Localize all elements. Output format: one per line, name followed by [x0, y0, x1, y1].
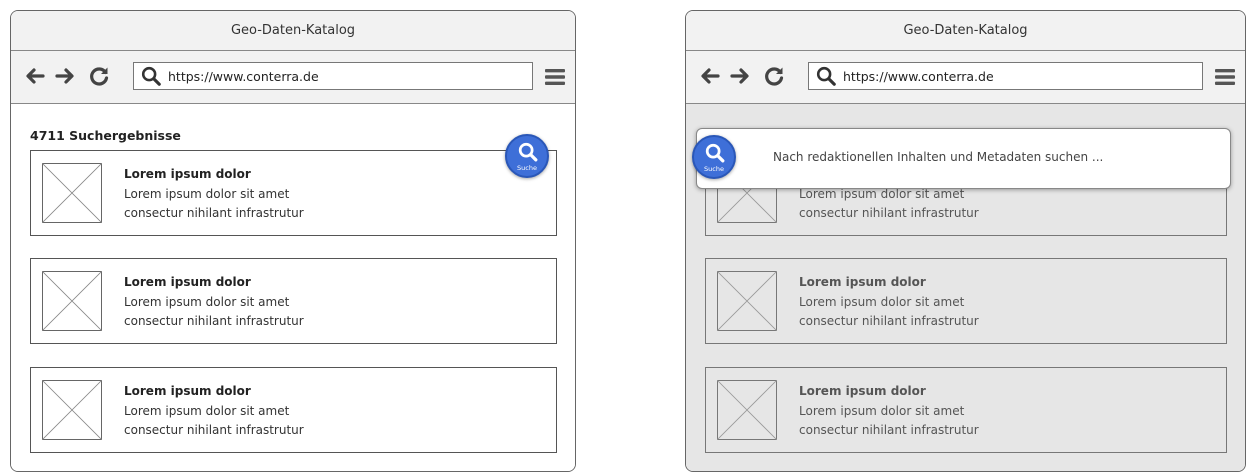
result-card: Lorem ipsum dolor Lorem ipsum dolor sit … [705, 367, 1227, 453]
address-bar[interactable]: https://www.conterra.de [133, 62, 533, 90]
image-placeholder-icon [42, 380, 102, 440]
window-title: Geo-Daten-Katalog [230, 23, 356, 38]
results-count: 4711 Suchergebnisse [30, 128, 181, 143]
forward-arrow-icon[interactable] [53, 64, 77, 88]
forward-arrow-icon[interactable] [728, 64, 752, 88]
browser-window-right: Geo-Daten-Katalog https://www.conterra.d… [685, 10, 1246, 472]
search-icon [816, 66, 836, 86]
card-text-line: consectur nihilant infrastrutur [799, 423, 979, 437]
result-card[interactable]: Lorem ipsum dolor Lorem ipsum dolor sit … [30, 258, 557, 344]
card-text-line: consectur nihilant infrastrutur [799, 206, 979, 220]
card-title: Lorem ipsum dolor [124, 275, 251, 289]
card-text-line: Lorem ipsum dolor sit amet [799, 404, 965, 418]
card-text-line: consectur nihilant infrastrutur [799, 314, 979, 328]
search-icon [141, 66, 161, 86]
title-bar: Geo-Daten-Katalog [11, 11, 575, 51]
card-text-line: Lorem ipsum dolor sit amet [799, 295, 965, 309]
url-text: https://www.conterra.de [843, 68, 994, 84]
content-area-overlay: Lorem ipsum dolor sit amet consectur nih… [686, 104, 1245, 471]
hamburger-menu-icon[interactable] [1213, 65, 1237, 89]
result-card[interactable]: Lorem ipsum dolor Lorem ipsum dolor sit … [30, 150, 557, 236]
card-text-line: consectur nihilant infrastrutur [124, 423, 304, 437]
toolbar: https://www.conterra.de [11, 51, 575, 104]
result-card: Lorem ipsum dolor Lorem ipsum dolor sit … [705, 258, 1227, 344]
search-button-label: Suche [517, 164, 537, 172]
card-text-line: Lorem ipsum dolor sit amet [124, 295, 290, 309]
hamburger-menu-icon[interactable] [543, 65, 567, 89]
image-placeholder-icon [42, 271, 102, 331]
image-placeholder-icon [717, 271, 777, 331]
back-arrow-icon[interactable] [23, 64, 47, 88]
reload-icon[interactable] [762, 64, 786, 88]
card-text-line: Lorem ipsum dolor sit amet [124, 187, 290, 201]
search-icon [518, 142, 538, 162]
card-text-line: Lorem ipsum dolor sit amet [124, 404, 290, 418]
search-panel[interactable]: Nach redaktionellen Inhalten und Metadat… [696, 128, 1231, 189]
back-arrow-icon[interactable] [698, 64, 722, 88]
reload-icon[interactable] [87, 64, 111, 88]
image-placeholder-icon [42, 163, 102, 223]
address-bar[interactable]: https://www.conterra.de [808, 62, 1203, 90]
search-icon [705, 143, 725, 163]
window-title: Geo-Daten-Katalog [903, 23, 1028, 38]
content-area: 4711 Suchergebnisse Lorem ipsum dolor Lo… [11, 104, 575, 471]
result-card[interactable]: Lorem ipsum dolor Lorem ipsum dolor sit … [30, 367, 557, 453]
search-button[interactable]: Suche [505, 134, 549, 178]
browser-window-left: Geo-Daten-Katalog https://www.conterra.d… [10, 10, 576, 472]
toolbar: https://www.conterra.de [686, 51, 1245, 104]
card-text-line: Lorem ipsum dolor sit amet [799, 187, 965, 201]
card-title: Lorem ipsum dolor [799, 384, 926, 398]
card-text-line: consectur nihilant infrastrutur [124, 314, 304, 328]
image-placeholder-icon [717, 380, 777, 440]
search-button-label: Suche [704, 165, 724, 173]
card-title: Lorem ipsum dolor [124, 384, 251, 398]
card-title: Lorem ipsum dolor [124, 167, 251, 181]
title-bar: Geo-Daten-Katalog [686, 11, 1245, 51]
search-button[interactable]: Suche [692, 135, 736, 179]
search-input-placeholder[interactable]: Nach redaktionellen Inhalten und Metadat… [773, 150, 1103, 164]
card-text-line: consectur nihilant infrastrutur [124, 206, 304, 220]
card-title: Lorem ipsum dolor [799, 275, 926, 289]
url-text: https://www.conterra.de [168, 68, 319, 84]
